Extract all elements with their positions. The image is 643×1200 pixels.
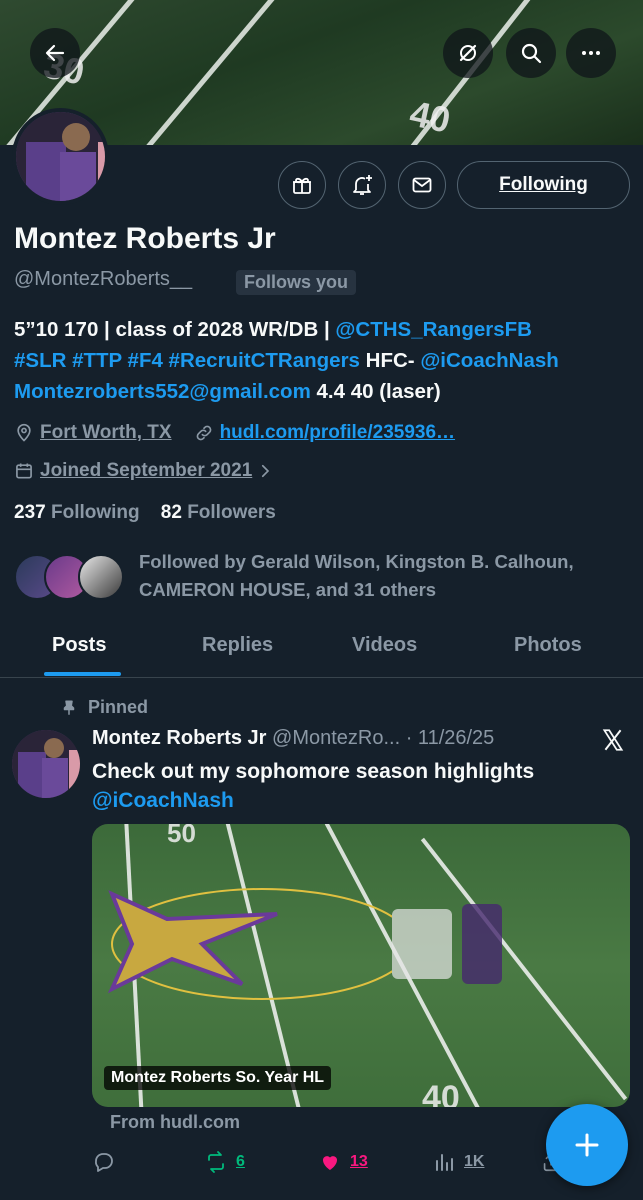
profile-tabs: Posts Replies Videos Photos [0,616,643,678]
bio-text: HFC- [359,349,421,372]
post-header: Montez Roberts Jr @MontezRo... · 11/26/2… [92,727,494,750]
reply-button[interactable] [92,1150,124,1174]
reply-icon [95,1153,113,1172]
avatar-photo [16,112,105,201]
message-button[interactable] [398,161,446,209]
post-mention-link[interactable]: @iCoachNash [92,789,234,812]
profile-meta-row: Fort Worth, TX hudl.com/profile/235936… [14,422,455,444]
bio-hashtags[interactable]: #SLR #TTP #F4 #RecruitCTRangers [14,349,360,372]
search-icon [521,43,542,64]
active-tab-indicator [44,672,121,676]
yard-line [127,0,298,145]
players-white [392,909,452,979]
bio-text: 5”10 170 | class of 2028 WR/DB | [14,318,336,341]
notify-button[interactable] [338,161,386,209]
media-yard-number: 50 [167,824,196,848]
compose-button[interactable] [546,1104,628,1186]
post-date[interactable]: · 11/26/25 [406,727,495,749]
gift-button[interactable] [278,161,326,209]
bell-plus-icon [353,175,372,195]
tab-replies[interactable]: Replies [202,634,273,657]
plus-icon [575,1133,599,1157]
profile-bio: 5”10 170 | class of 2028 WR/DB | @CTHS_R… [14,314,634,407]
post-body: Check out my sophomore season highlights [92,760,535,783]
following-button[interactable]: Following [457,161,630,209]
grok-button[interactable] [443,28,493,78]
arrow-left-icon [45,44,65,62]
pinned-label: Pinned [60,697,148,718]
post-author-handle[interactable]: @MontezRo... [272,727,400,749]
views-button[interactable]: 1K [432,1150,484,1174]
post-avatar[interactable] [12,730,80,798]
players-purple [462,904,502,984]
tab-posts[interactable]: Posts [52,634,106,657]
like-count: 13 [350,1153,368,1170]
bio-text: 4.4 40 (laser) [310,380,441,403]
bio-mention-link[interactable]: @iCoachNash [420,349,558,372]
post-avatar-photo [12,730,80,798]
tab-photos[interactable]: Photos [514,634,582,657]
calendar-icon [16,463,32,479]
more-horizontal-icon [582,51,600,55]
grok-icon [459,44,477,62]
followers-label: Followers [187,502,276,523]
profile-joined-date: Joined September 2021 [40,460,253,481]
profile-name: Montez Roberts Jr [14,222,276,255]
link-icon [196,425,211,441]
envelope-icon [412,177,432,193]
follows-you-badge: Follows you [236,270,357,295]
post-text: Check out my sophomore season highlights… [92,757,612,815]
chevron-right-icon [262,464,270,478]
banner-yard-number: 40 [406,92,454,141]
joined-row[interactable]: Joined September 2021 [14,460,274,482]
midfield-logo [107,888,392,1000]
post-author-name[interactable]: Montez Roberts Jr [92,727,266,749]
profile-location: Fort Worth, TX [40,422,172,443]
heart-icon [323,1156,337,1170]
like-button[interactable]: 13 [318,1150,368,1174]
following-count-link[interactable]: 237 Following [14,502,140,523]
repost-button[interactable]: 6 [204,1150,245,1174]
followers-count-link[interactable]: 82 Followers [161,502,276,523]
pinned-text: Pinned [88,697,149,717]
follow-counts: 237 Following 82 Followers [14,502,276,524]
following-count: 237 [14,502,46,523]
x-logo-icon [602,729,624,751]
follower-avatar [78,554,124,600]
repost-icon [208,1151,224,1173]
search-button[interactable] [506,28,556,78]
media-source[interactable]: From hudl.com [110,1112,240,1133]
following-label: Following [50,502,140,523]
views-count: 1K [464,1153,485,1170]
views-icon [436,1154,453,1171]
followed-by-text[interactable]: Followed by Gerald Wilson, Kingston B. C… [139,548,629,604]
repost-count: 6 [236,1153,245,1170]
bio-email-link[interactable]: Montezroberts552@gmail.com [14,380,311,403]
profile-handle: @MontezRoberts__ [14,268,193,290]
media-caption: Montez Roberts So. Year HL [104,1066,332,1090]
profile-website-link[interactable]: hudl.com/profile/235936… [220,422,455,444]
post-media-card[interactable]: 50 40 Montez Roberts So. Year HL [92,824,630,1107]
tab-videos[interactable]: Videos [352,634,417,657]
profile-avatar[interactable] [12,108,109,205]
bio-mention-link[interactable]: @CTHS_RangersFB [335,318,532,341]
gift-icon [293,177,311,194]
back-button[interactable] [30,28,80,78]
location-icon [17,423,31,442]
media-yard-number: 40 [422,1079,460,1107]
more-button[interactable] [566,28,616,78]
followers-count: 82 [160,502,182,523]
pin-icon [63,700,75,715]
